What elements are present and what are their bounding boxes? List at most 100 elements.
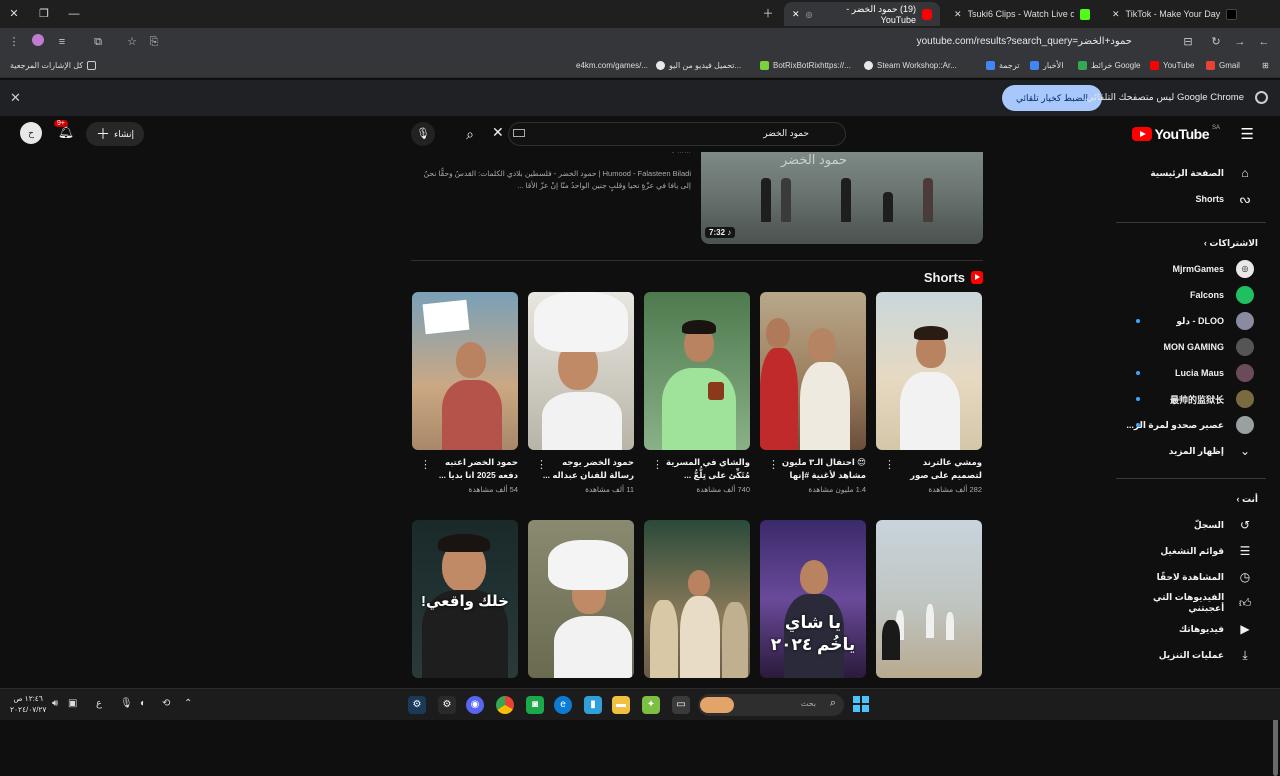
clock[interactable]: ١٢:٤٦ ص ٢٠٢٤/٠٧/٢٧ [10,693,46,715]
short-card[interactable] [528,520,634,678]
bookmark-youtube[interactable]: YouTube [1150,61,1194,70]
sidebar-item-home[interactable]: الصفحة الرئيسية ⌂ [1116,160,1280,186]
close-icon[interactable]: ✕ [10,90,21,106]
bookmark-star-icon[interactable]: ☆ [124,34,140,50]
sidebar-channel-mon-gaming[interactable]: MON GAMING [1116,334,1280,360]
close-tab-icon[interactable]: ✕ [954,9,962,20]
tab-kick[interactable]: ✕ Tsuki6 Clips - Watch Live on Kick [946,2,1098,26]
sidebar-channel-warden[interactable]: 最帅的监狱长 [1116,386,1280,412]
short-card[interactable] [876,520,982,678]
restore-window-icon[interactable]: ❐ [36,6,52,22]
edge-app-icon[interactable]: e [554,696,572,714]
minimize-window-icon[interactable]: — [66,6,82,22]
app-icon[interactable]: ◙ [526,696,544,714]
menu-icon[interactable]: ⋮ [6,34,22,50]
hamburger-menu-icon[interactable]: ☰ [1241,125,1254,143]
sidebar-item-shorts[interactable]: Shorts ᔓ [1116,186,1280,212]
voice-search-icon[interactable]: 🎙︎ [411,122,435,146]
subscriptions-header[interactable]: الاشتراكات › [1116,238,1280,258]
short-card[interactable]: ومشي عالترند لتصميم على صور حمود حمي... … [876,292,982,494]
short-card[interactable]: حمود الخضر يوجه رسالة للفنان عبداله ... … [528,292,634,494]
short-thumbnail[interactable] [644,292,750,450]
avatar[interactable]: ح [20,122,42,144]
short-thumbnail[interactable] [760,292,866,450]
more-options-icon[interactable]: ⋮ [420,458,431,471]
task-view-icon[interactable]: ▭ [672,696,690,714]
address-bar[interactable]: youtube.com/results?search_query=حمود+ال… [420,31,1200,53]
file-explorer-icon[interactable]: ▬ [612,696,630,714]
search-icon[interactable]: ⌕ [456,122,484,146]
short-thumbnail[interactable] [528,520,634,678]
bookmark-gmail[interactable]: Gmail [1206,61,1240,70]
sidebar-item-history[interactable]: السجلّ ↺ [1116,512,1280,538]
short-thumbnail[interactable]: خلك واقعي! [412,520,518,678]
short-card[interactable]: والشاي في المسرية مُتَكِّئ على تِلُّعُّ … [644,292,750,494]
sidebar-item-playlists[interactable]: قوائم التشغيل ☰ [1116,538,1280,564]
video-thumbnail[interactable]: حمود الخضر 7:32 ♪ [701,152,983,244]
search-input[interactable]: حمود الخضر [508,122,846,146]
all-bookmarks[interactable]: كل الإشارات المرجعية [10,61,97,70]
sidebar-item-downloads[interactable]: عمليات التنزيل ⤓ [1116,642,1280,668]
create-button[interactable]: إنشاء ＋ [86,122,145,146]
short-card[interactable] [644,520,750,678]
tab-tiktok[interactable]: ✕ TikTok - Make Your Day [1104,2,1254,26]
chrome-app-icon[interactable] [496,696,514,714]
more-options-icon[interactable]: ⋮ [536,458,547,471]
sidebar-show-more[interactable]: إظهار المزيد ⌄ [1116,438,1280,464]
sidebar-item-liked[interactable]: الفيديوهات التي أعجبتني 👍︎ [1116,590,1280,616]
sidebar-channel-dloo[interactable]: DLOO - دلو [1116,308,1280,334]
store-app-icon[interactable]: ▮ [584,696,602,714]
apps-icon[interactable]: ⊞ [1262,61,1269,70]
close-tab-icon[interactable]: ✕ [792,9,800,20]
bookmark-e4km[interactable]: e4km.com/games/... [576,61,648,70]
chevron-up-icon[interactable]: ⌃ [184,698,192,709]
bookmark-video-download[interactable]: تحميل فيديو من اليو... [656,61,741,70]
sidebar-channel-lucia-maus[interactable]: Lucia Maus [1116,360,1280,386]
sidebar-channel-mjrmgames[interactable]: MjrmGames ◎ [1116,256,1280,282]
short-thumbnail[interactable]: يا شاي ياخُم ٢٠٢٤ [760,520,866,678]
bookmark-steam[interactable]: Steam Workshop::Ar... [864,61,957,70]
forward-icon[interactable]: → [1232,34,1248,50]
steam-app-icon[interactable]: ⚙ [408,696,426,714]
network-icon[interactable]: ▣ [68,698,77,709]
notifications-bell-icon[interactable]: 🔔︎ [56,124,76,144]
short-thumbnail[interactable] [876,292,982,450]
extensions-icon[interactable]: ⧉ [90,34,106,50]
short-card[interactable]: 😍 احتفال الـ٣ مليون مشاهد لأغنية #إنها 1… [760,292,866,494]
sidebar-channel-juice[interactable]: عصير صحدو لمرة الر... [1116,412,1280,438]
taskbar-search[interactable]: بحث ⌕ [698,694,844,716]
short-card[interactable]: يا شاي ياخُم ٢٠٢٤ [760,520,866,678]
xbox-app-icon[interactable]: ✦ [642,696,660,714]
short-thumbnail[interactable] [876,520,982,678]
more-options-icon[interactable]: ⋮ [884,458,895,471]
more-options-icon[interactable]: ⋮ [768,458,779,471]
short-card[interactable]: خلك واقعي! [412,520,518,678]
close-window-icon[interactable]: ✕ [6,6,22,22]
microphone-icon[interactable]: 🎙︎ [120,698,133,709]
install-app-icon[interactable]: ⎘ [146,34,162,50]
language-indicator[interactable]: ع [96,698,102,709]
short-card[interactable]: حمود الخضر اعتبه دفعه 2025 انا بديا ... … [412,292,518,494]
url-text[interactable]: youtube.com/results?search_query=حمود+ال… [917,36,1132,47]
sidebar-item-your-videos[interactable]: فيديوهاتك ▶ [1116,616,1280,642]
bookmark-maps[interactable]: خرائط Google [1078,61,1140,70]
tab-youtube[interactable]: ✕ ◎ (19) حمود الخضر - YouTube [784,2,940,26]
sidebar-channel-falcons[interactable]: Falcons [1116,282,1280,308]
reload-icon[interactable]: ↻ [1208,34,1224,50]
profile-icon[interactable] [30,34,46,50]
bookmark-translate[interactable]: ترجمة [986,61,1020,70]
bookmark-news[interactable]: الأخبار [1030,61,1063,70]
short-thumbnail[interactable] [528,292,634,450]
tray-sync-icon[interactable]: ⟲ [162,698,170,709]
youtube-logo[interactable]: YouTube SA [1131,125,1220,142]
back-icon[interactable]: ← [1256,34,1272,50]
windows-start-icon[interactable] [852,696,870,714]
keyboard-icon[interactable] [513,129,525,137]
short-thumbnail[interactable] [412,292,518,450]
new-tab-icon[interactable]: ＋ [760,6,776,22]
volume-icon[interactable]: 🔊︎ [52,698,58,709]
media-control-icon[interactable]: ≡ [54,34,70,50]
mute-tab-icon[interactable]: ◎ [806,10,813,19]
settings-app-icon[interactable]: ⚙ [438,696,456,714]
discord-app-icon[interactable]: ◉ [466,696,484,714]
